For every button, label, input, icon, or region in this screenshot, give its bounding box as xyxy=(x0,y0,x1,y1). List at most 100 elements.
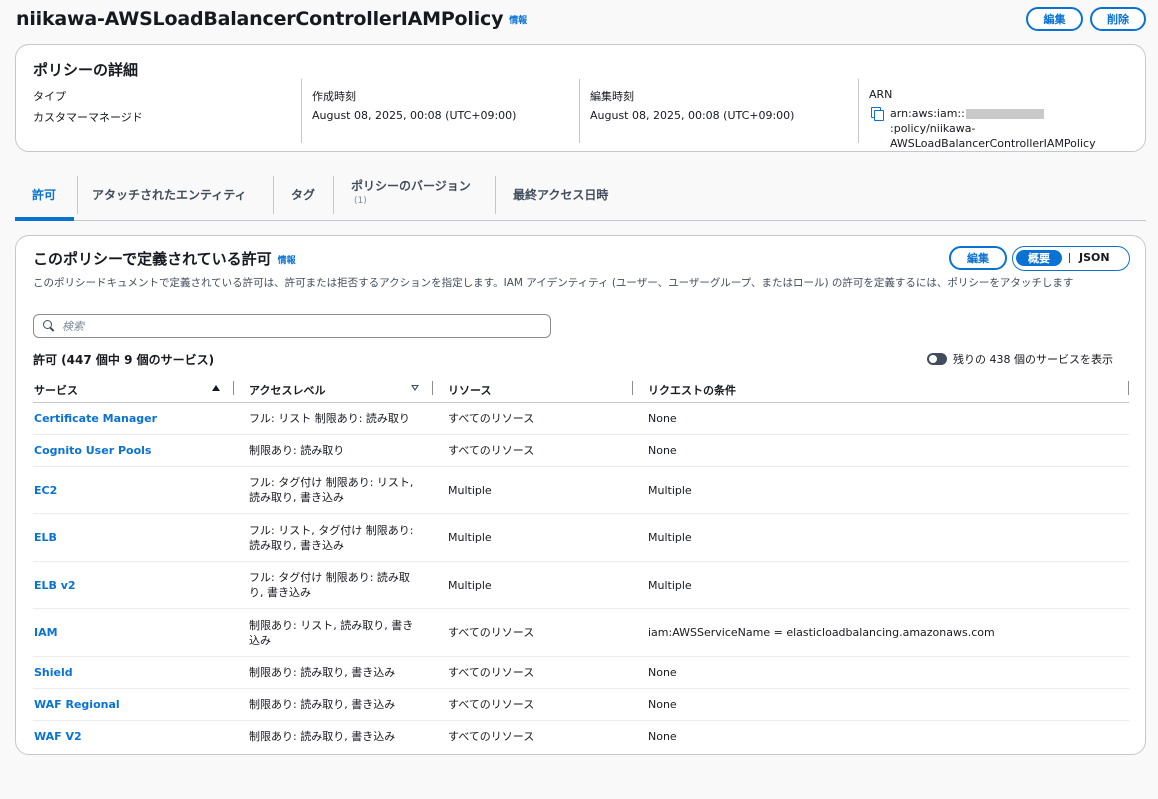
tab-label: 許可 xyxy=(32,188,57,202)
table-header: サービス アクセスレベル リソース リクエストの条件 xyxy=(33,376,1129,403)
service-link[interactable]: EC2 xyxy=(34,467,234,513)
service-link[interactable]: WAF Regional xyxy=(34,689,234,720)
tab-permissions[interactable]: 許可 xyxy=(15,174,74,221)
created-column: 作成時刻 August 08, 2025, 00:08 (UTC+09:00) xyxy=(301,79,579,143)
type-column: タイプ カスタマーマネージド xyxy=(33,79,301,143)
search-icon xyxy=(43,320,54,331)
tab-policy-versions[interactable]: ポリシーのバージョン (1) xyxy=(334,174,495,220)
resource-cell: すべてのリソース xyxy=(448,626,535,639)
access-level-cell: フル: タグ付け 制限あり: 読み取り, 書き込み xyxy=(249,571,410,599)
policy-details-card: ポリシーの詳細 タイプ カスタマーマネージド 作成時刻 August 08, 2… xyxy=(15,44,1146,152)
info-link[interactable]: 情報 xyxy=(278,256,296,266)
service-link[interactable]: WAF V2 xyxy=(34,721,234,752)
permissions-count: 許可 (447 個中 9 個のサービス) xyxy=(33,353,215,367)
permissions-title: このポリシーで定義されている許可 情報 xyxy=(33,248,296,269)
edited-value: August 08, 2025, 00:08 (UTC+09:00) xyxy=(590,109,795,122)
tab-label: アタッチされたエンティティ xyxy=(92,188,247,202)
condition-cell: Multiple xyxy=(648,483,692,497)
column-resizer[interactable] xyxy=(632,381,633,395)
arn-prefix: arn:aws:iam:: xyxy=(890,107,965,120)
column-header-access-level[interactable]: アクセスレベル xyxy=(249,382,325,398)
condition-cell: Multiple xyxy=(648,578,692,592)
table-row: Cognito User Pools 制限あり: 読み取り すべてのリソース N… xyxy=(33,435,1129,467)
service-link[interactable]: ELB v2 xyxy=(34,562,234,608)
tab-tags[interactable]: タグ xyxy=(274,174,333,220)
arn-value: arn:aws:iam:::policy/niikawa-AWSLoadBala… xyxy=(890,106,1130,151)
page-title: niikawa-AWSLoadBalancerControllerIAMPoli… xyxy=(16,8,527,30)
service-link[interactable]: Shield xyxy=(34,657,234,688)
resource-cell: すべてのリソース xyxy=(448,412,535,425)
resource-cell: Multiple xyxy=(448,531,492,544)
condition-cell: None xyxy=(648,666,677,679)
edited-label: 編集時刻 xyxy=(590,90,634,103)
tab-last-accessed[interactable]: 最終アクセス日時 xyxy=(496,174,636,220)
delete-button[interactable]: 削除 xyxy=(1090,7,1146,31)
table-row: WAF V2 制限あり: 読み取り, 書き込み すべてのリソース None xyxy=(33,721,1129,752)
column-header-conditions[interactable]: リクエストの条件 xyxy=(648,382,736,398)
created-value: August 08, 2025, 00:08 (UTC+09:00) xyxy=(312,109,517,122)
table-row: Shield 制限あり: 読み取り, 書き込み すべてのリソース None xyxy=(33,657,1129,689)
copy-icon[interactable] xyxy=(871,107,884,121)
resource-cell: Multiple xyxy=(448,483,492,497)
tab-label: ポリシーのバージョン xyxy=(351,179,471,193)
segment-divider xyxy=(1069,253,1070,263)
tab-label: 最終アクセス日時 xyxy=(513,188,609,202)
table-row: WAF Regional 制限あり: 読み取り, 書き込み すべてのリソース N… xyxy=(33,689,1129,721)
resource-cell: すべてのリソース xyxy=(448,698,535,711)
search-input[interactable] xyxy=(62,318,532,334)
sort-descending-icon[interactable] xyxy=(411,385,419,391)
column-header-resource[interactable]: リソース xyxy=(448,382,491,398)
tab-label: タグ xyxy=(291,188,316,202)
column-resizer[interactable] xyxy=(1128,381,1129,395)
info-link[interactable]: 情報 xyxy=(509,16,527,26)
permissions-card: このポリシーで定義されている許可 情報 編集 概要 JSON このポリシードキュメ… xyxy=(15,235,1146,755)
sort-ascending-icon[interactable] xyxy=(212,385,220,391)
access-level-cell: フル: タグ付け 制限あり: リスト, 読み取り, 書き込み xyxy=(249,476,414,504)
table-row: ELB v2 フル: タグ付け 制限あり: 読み取り, 書き込み Multipl… xyxy=(33,562,1129,609)
permissions-table: サービス アクセスレベル リソース リクエストの条件 Certificate M… xyxy=(33,376,1129,752)
edit-button[interactable]: 編集 xyxy=(1026,7,1083,31)
edited-column: 編集時刻 August 08, 2025, 00:08 (UTC+09:00) xyxy=(579,79,858,143)
column-header-service[interactable]: サービス xyxy=(34,382,78,398)
details-title: ポリシーの詳細 xyxy=(33,61,139,79)
condition-cell: Multiple xyxy=(648,531,692,544)
condition-cell: iam:AWSServiceName = elasticloadbalancin… xyxy=(648,626,995,639)
show-remaining-toggle[interactable]: 残りの 438 個のサービスを表示 xyxy=(927,351,1113,367)
edit-policy-button[interactable]: 編集 xyxy=(949,246,1007,270)
summary-view-button[interactable]: 概要 xyxy=(1016,250,1062,266)
access-level-cell: フル: リスト, タグ付け 制限あり: 読み取り, 書き込み xyxy=(249,523,414,552)
policy-name: niikawa-AWSLoadBalancerControllerIAMPoli… xyxy=(16,8,504,30)
column-resizer[interactable] xyxy=(432,381,433,395)
table-row: IAM 制限あり: リスト, 読み取り, 書き込み すべてのリソース iam:A… xyxy=(33,609,1129,657)
service-link[interactable]: Cognito User Pools xyxy=(34,435,234,466)
arn-column: ARN arn:aws:iam:::policy/niikawa-AWSLoad… xyxy=(858,79,1128,150)
service-link[interactable]: IAM xyxy=(34,609,234,656)
service-link[interactable]: ELB xyxy=(34,514,234,561)
toggle-switch[interactable] xyxy=(927,353,947,365)
access-level-cell: 制限あり: 読み取り xyxy=(249,444,345,457)
created-label: 作成時刻 xyxy=(312,90,356,103)
tab-attached-entities[interactable]: アタッチされたエンティティ xyxy=(78,174,273,220)
tab-bar: 許可 アタッチされたエンティティ タグ ポリシーのバージョン (1) 最終アクセ… xyxy=(15,174,1146,221)
permissions-description: このポリシードキュメントで定義されている許可は、許可または拒否するアクションを指… xyxy=(33,277,1074,289)
json-view-button[interactable]: JSON xyxy=(1079,251,1110,264)
column-resizer[interactable] xyxy=(233,381,234,395)
condition-cell: None xyxy=(648,444,677,457)
table-row: ELB フル: リスト, タグ付け 制限あり: 読み取り, 書き込み Multi… xyxy=(33,514,1129,562)
arn-label: ARN xyxy=(869,88,893,101)
type-value: カスタマーマネージド xyxy=(33,111,143,124)
access-level-cell: 制限あり: 読み取り, 書き込み xyxy=(249,730,396,743)
access-level-cell: 制限あり: リスト, 読み取り, 書き込み xyxy=(249,618,414,647)
condition-cell: None xyxy=(648,412,677,425)
access-level-cell: 制限あり: 読み取り, 書き込み xyxy=(249,698,396,711)
arn-suffix: :policy/niikawa-AWSLoadBalancerControlle… xyxy=(890,122,1096,150)
resource-cell: Multiple xyxy=(448,578,492,592)
view-mode-toggle: 概要 JSON xyxy=(1012,246,1130,271)
page-header: niikawa-AWSLoadBalancerControllerIAMPoli… xyxy=(16,6,1146,34)
table-row: Certificate Manager フル: リスト 制限あり: 読み取り す… xyxy=(33,403,1129,435)
type-label: タイプ xyxy=(33,90,66,103)
search-box[interactable] xyxy=(33,314,551,338)
permissions-title-text: このポリシーで定義されている許可 xyxy=(33,250,272,268)
service-link[interactable]: Certificate Manager xyxy=(34,403,234,434)
resource-cell: すべてのリソース xyxy=(448,666,535,679)
